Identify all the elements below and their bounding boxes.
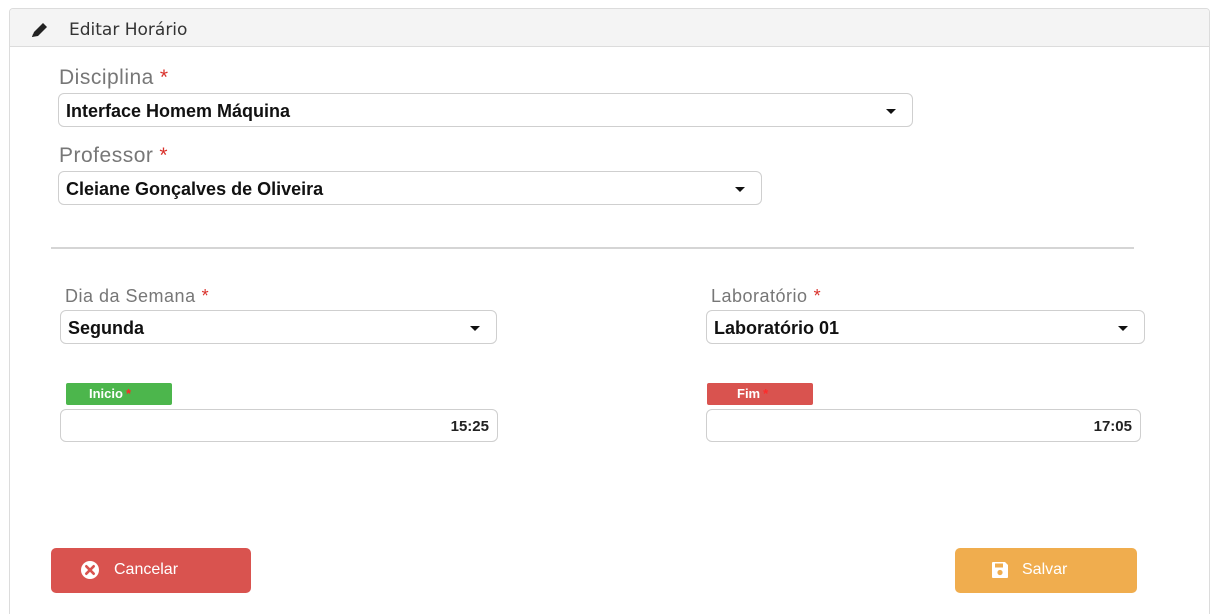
chevron-down-icon xyxy=(735,187,745,192)
chevron-down-icon xyxy=(1118,326,1128,331)
floppy-disk-icon xyxy=(992,562,1008,578)
laboratorio-label-text: Laboratório xyxy=(711,286,808,306)
fim-time-value: 17:05 xyxy=(1093,418,1132,435)
required-mark: * xyxy=(763,386,769,401)
dia-semana-label: Dia da Semana * xyxy=(65,286,209,307)
panel-header: Editar Horário xyxy=(10,9,1209,47)
cancel-button-label: Cancelar xyxy=(114,561,179,578)
dia-semana-select[interactable]: Segunda xyxy=(60,310,497,344)
laboratorio-label: Laboratório * xyxy=(711,286,821,307)
fim-badge-label: Fim xyxy=(737,386,761,401)
required-mark: * xyxy=(201,286,210,306)
disciplina-label-text: Disciplina xyxy=(59,66,154,89)
required-mark: * xyxy=(159,66,169,89)
fim-time-input[interactable]: 17:05 xyxy=(706,409,1141,442)
professor-select[interactable]: Cleiane Gonçalves de Oliveira xyxy=(58,171,762,205)
professor-label: Professor * xyxy=(59,144,168,168)
inicio-badge: Inicio * xyxy=(66,383,172,405)
chevron-down-icon xyxy=(470,326,480,331)
dia-semana-value: Segunda xyxy=(68,318,145,338)
close-circle-icon xyxy=(81,561,99,579)
inicio-time-value: 15:25 xyxy=(450,418,489,435)
laboratorio-select[interactable]: Laboratório 01 xyxy=(706,310,1145,344)
inicio-time-input[interactable]: 15:25 xyxy=(60,409,498,442)
professor-value: Cleiane Gonçalves de Oliveira xyxy=(66,179,324,199)
inicio-badge-label: Inicio xyxy=(89,386,123,401)
pencil-icon xyxy=(32,23,47,37)
fim-badge: Fim * xyxy=(707,383,813,405)
required-mark: * xyxy=(159,144,169,167)
save-button[interactable]: Salvar xyxy=(955,548,1137,593)
dia-semana-label-text: Dia da Semana xyxy=(65,286,196,306)
disciplina-value: Interface Homem Máquina xyxy=(66,101,291,121)
laboratorio-value: Laboratório 01 xyxy=(714,318,840,338)
chevron-down-icon xyxy=(886,109,896,114)
disciplina-label: Disciplina * xyxy=(59,66,169,90)
save-button-label: Salvar xyxy=(1022,561,1068,578)
panel-title: Editar Horário xyxy=(69,20,188,40)
required-mark: * xyxy=(813,286,822,306)
required-mark: * xyxy=(125,386,132,401)
professor-label-text: Professor xyxy=(59,144,154,167)
divider xyxy=(51,247,1134,249)
disciplina-select[interactable]: Interface Homem Máquina xyxy=(58,93,913,127)
cancel-button[interactable]: Cancelar xyxy=(51,548,251,593)
